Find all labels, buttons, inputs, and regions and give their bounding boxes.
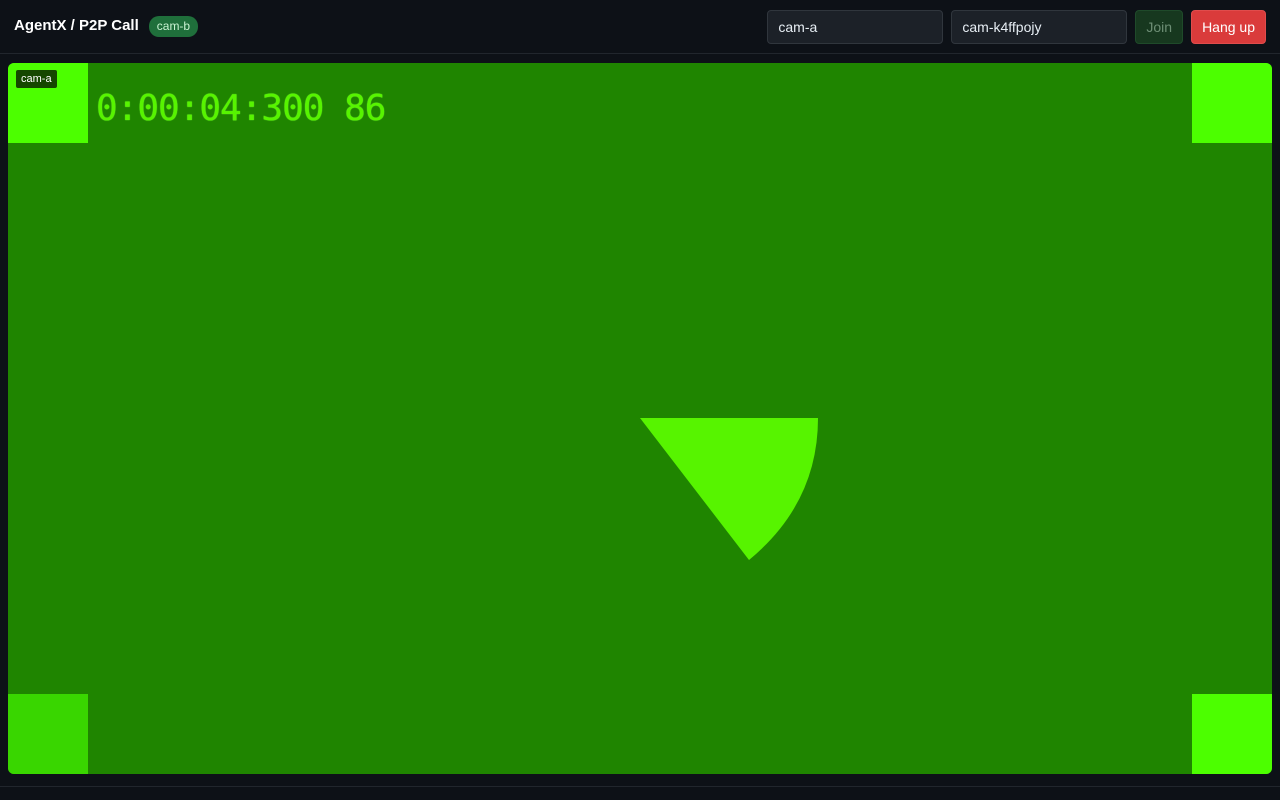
join-button[interactable]: Join xyxy=(1135,10,1184,44)
video-timecode: 0:00:04:300 86 xyxy=(96,88,386,129)
video-background xyxy=(8,63,1272,774)
video-frame xyxy=(8,63,1272,774)
app-title: AgentX / P2P Call xyxy=(14,17,139,34)
top-bar: AgentX / P2P Call cam-b Join Hang up xyxy=(0,0,1280,54)
hangup-button[interactable]: Hang up xyxy=(1191,10,1266,44)
remote-video: 0:00:04:300 86 cam-a xyxy=(8,63,1272,774)
room-id-input[interactable] xyxy=(951,10,1128,44)
brand: AgentX / P2P Call cam-b xyxy=(14,15,199,37)
corner-marker-top-right xyxy=(1192,63,1272,143)
corner-marker-bottom-left xyxy=(8,694,88,774)
corner-marker-bottom-right xyxy=(1192,694,1272,774)
call-controls: Join Hang up xyxy=(767,10,1266,44)
self-id-badge: cam-b xyxy=(148,15,199,37)
log-bar xyxy=(0,786,1280,800)
peer-id-input[interactable] xyxy=(767,10,944,44)
video-source-label: cam-a xyxy=(16,70,57,88)
